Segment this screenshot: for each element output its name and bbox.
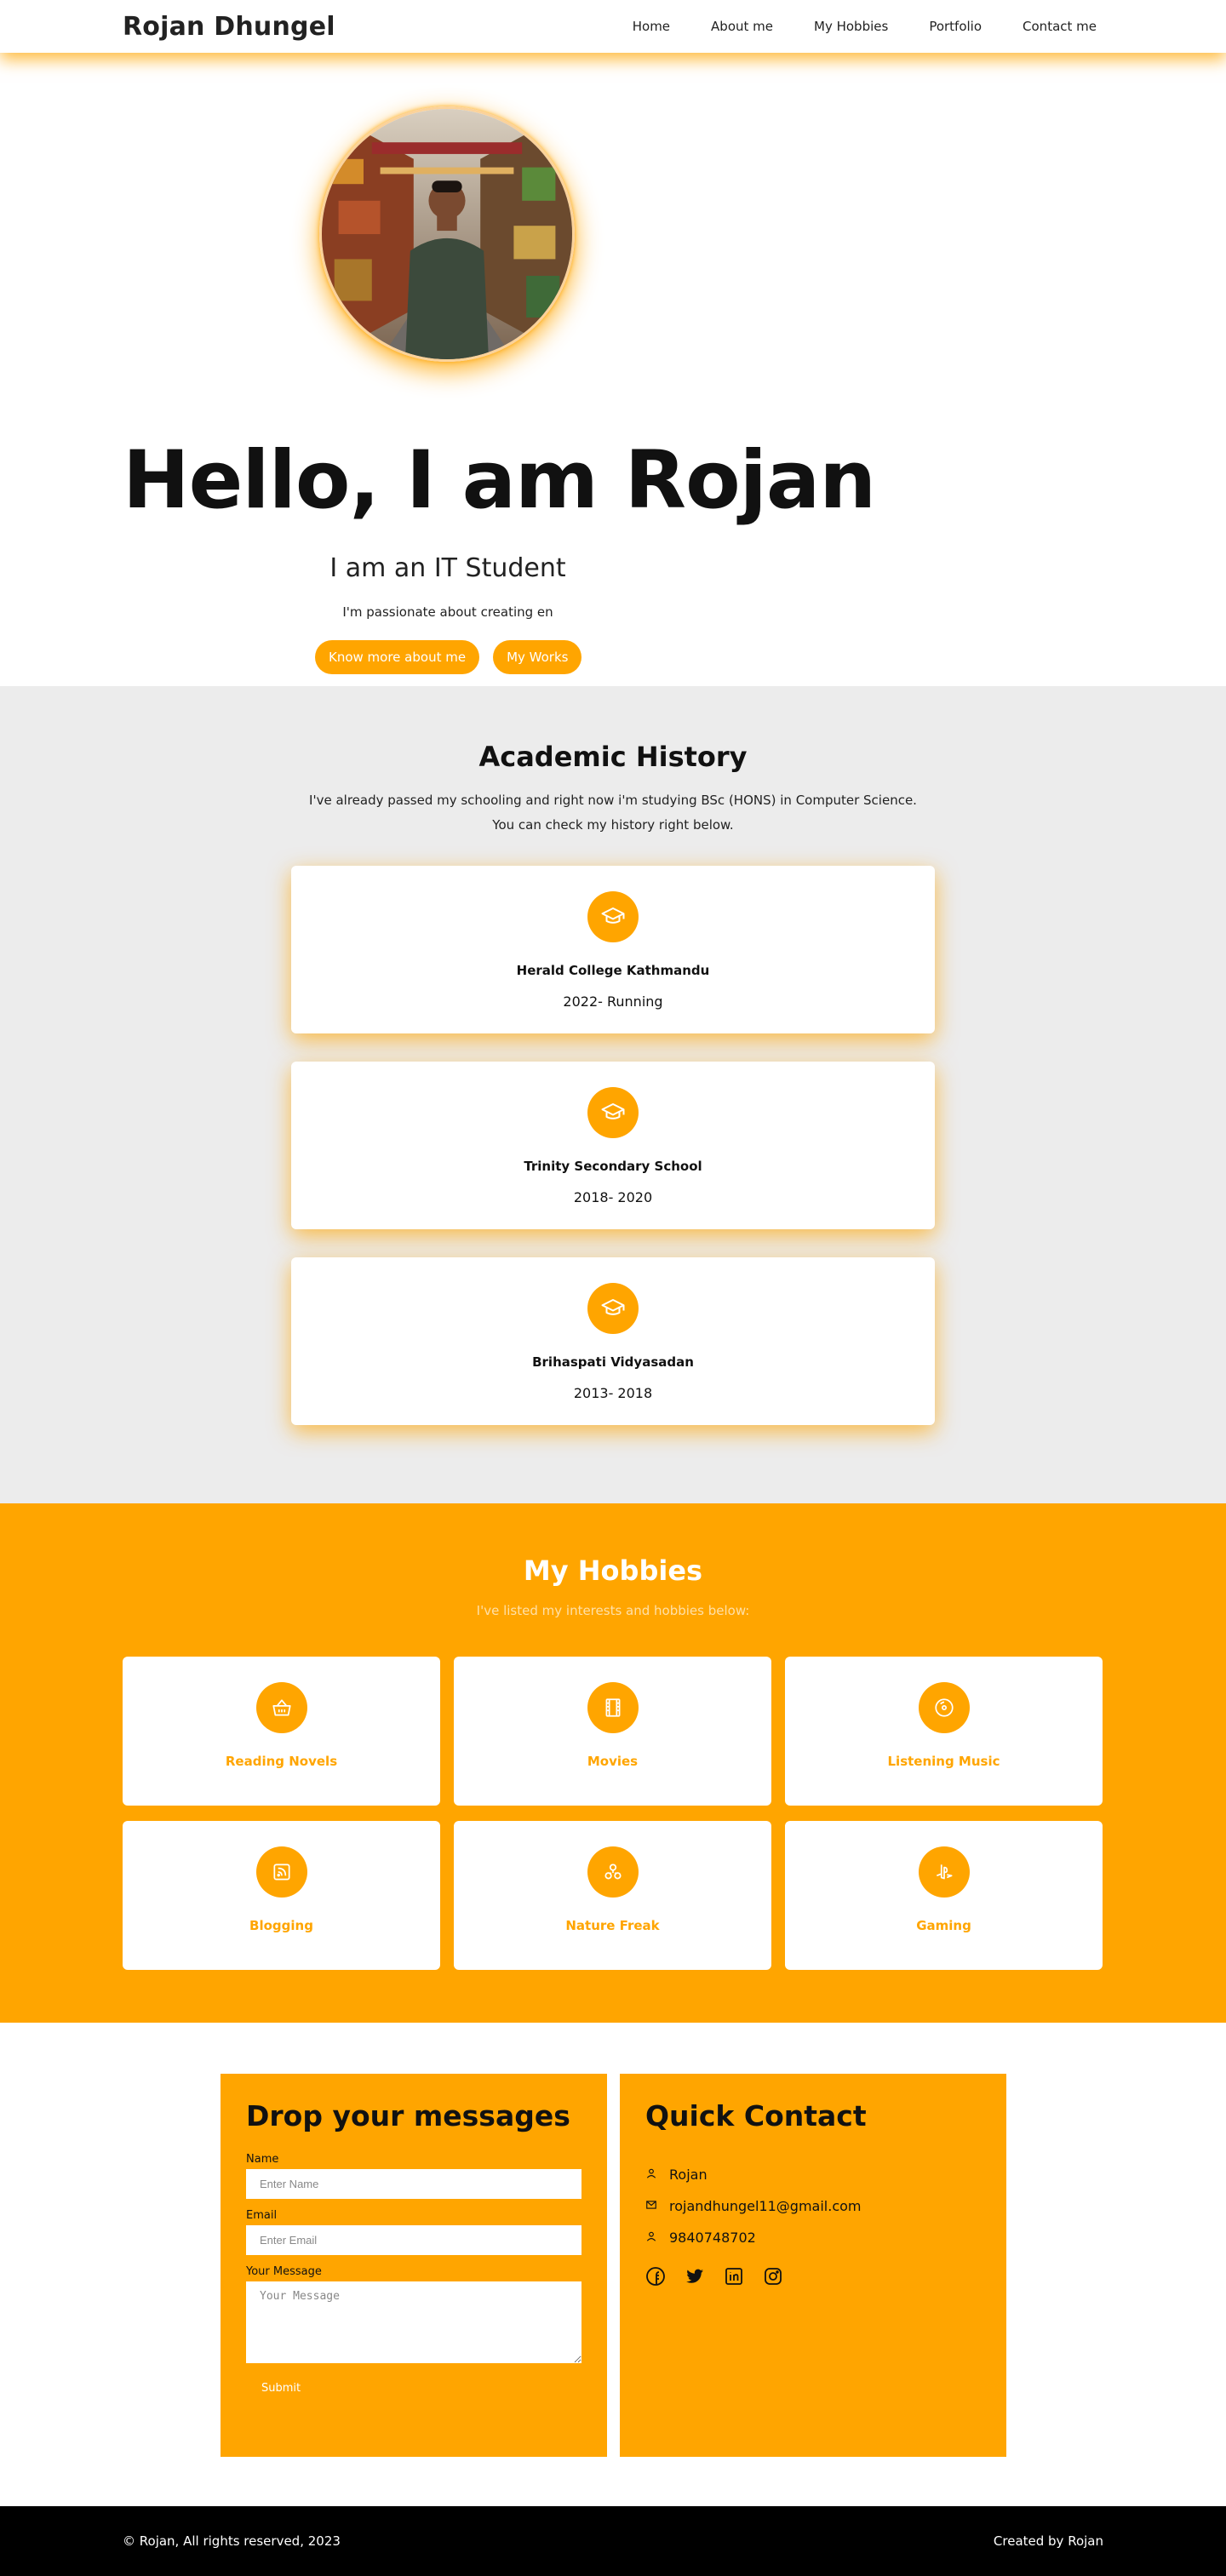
hobby-card-gaming[interactable]: Gaming [785,1821,1103,1970]
contact-person-row: Rojan [645,2167,981,2183]
brand-logo[interactable]: Rojan Dhungel [123,12,335,42]
name-label: Name [246,2153,279,2166]
contact-email-row: rojandhungel11@gmail.com [645,2198,981,2214]
hobby-card-music[interactable]: Listening Music [785,1657,1103,1806]
academic-card: Trinity Secondary School 2018- 2020 [291,1062,935,1229]
hobbies-description: I've listed my interests and hobbies bel… [476,1603,750,1618]
hero-subtitle: I am an IT Student [329,553,566,583]
graduation-cap-icon [587,891,639,942]
contact-email[interactable]: rojandhungel11@gmail.com [669,2198,861,2214]
contact-section: Drop your messages Name Email Your Messa… [0,2023,1226,2506]
hobby-label: Nature Freak [565,1918,660,1933]
institution-name: Brihaspati Vidyasadan [532,1354,694,1370]
basket-icon [255,1682,307,1733]
message-form-panel: Drop your messages Name Email Your Messa… [221,2074,607,2457]
hero-buttons: Know more about me My Works [315,640,582,674]
user-icon [645,2167,657,2183]
profile-photo [319,106,575,362]
footer-credit: Created by Rojan [993,2533,1103,2549]
institution-name: Herald College Kathmandu [516,963,710,978]
hobby-label: Listening Music [887,1754,1000,1769]
film-icon [587,1682,639,1733]
nav-menu: Home About me My Hobbies Portfolio Conta… [633,19,1097,34]
hobbies-title: My Hobbies [523,1554,703,1587]
email-input[interactable] [246,2225,581,2255]
contact-person: Rojan [669,2167,708,2183]
academic-card: Herald College Kathmandu 2022- Running [291,866,935,1033]
know-more-button[interactable]: Know more about me [315,640,480,674]
institution-years: 2018- 2020 [573,1189,653,1205]
institution-years: 2022- Running [563,993,663,1010]
nature-icon [587,1846,639,1898]
message-label: Your Message [246,2265,322,2278]
institution-name: Trinity Secondary School [524,1159,702,1174]
academic-card: Brihaspati Vidyasadan 2013- 2018 [291,1257,935,1425]
graduation-cap-icon [587,1283,639,1334]
academic-description: I've already passed my schooling and rig… [0,788,1226,838]
hobby-card-blogging[interactable]: Blogging [123,1821,440,1970]
mail-icon [645,2198,657,2214]
my-works-button[interactable]: My Works [493,640,582,674]
nav-item-hobbies[interactable]: My Hobbies [814,19,888,34]
email-label: Email [246,2209,278,2222]
academic-title: Academic History [478,741,748,773]
social-links [645,2266,981,2287]
disc-icon [918,1682,970,1733]
footer: © Rojan, All rights reserved, 2023 Creat… [0,2506,1226,2576]
hobby-label: Blogging [249,1918,313,1933]
hero-description: I'm passionate about creating en [342,604,553,620]
institution-years: 2013- 2018 [573,1385,653,1401]
hobby-label: Reading Novels [225,1754,338,1769]
hero-section: Hello, I am Rojan I am an IT Student I'm… [0,53,1226,686]
nav-item-contact[interactable]: Contact me [1023,19,1097,34]
footer-copyright: © Rojan, All rights reserved, 2023 [123,2533,341,2549]
contact-phone[interactable]: 9840748702 [669,2230,756,2246]
message-textarea[interactable] [246,2281,581,2363]
user-icon [645,2230,657,2246]
hobby-card-reading[interactable]: Reading Novels [123,1657,440,1806]
academic-history-section: Academic History I've already passed my … [0,686,1226,1503]
academic-description-line2: You can check my history right below. [492,817,734,833]
hobby-card-nature[interactable]: Nature Freak [454,1821,771,1970]
nav-item-about[interactable]: About me [711,19,773,34]
hobby-card-movies[interactable]: Movies [454,1657,771,1806]
rss-icon [255,1846,307,1898]
contact-phone-row: 9840748702 [645,2230,981,2246]
quick-contact-title: Quick Contact [645,2099,867,2132]
twitter-icon[interactable] [685,2266,705,2287]
hobby-label: Gaming [916,1918,971,1933]
form-title: Drop your messages [246,2099,570,2132]
hero-heading: Hello, I am Rojan [123,434,876,527]
nav-item-home[interactable]: Home [633,19,670,34]
academic-description-line1: I've already passed my schooling and rig… [309,793,917,808]
graduation-cap-icon [587,1087,639,1138]
hobbies-grid: Reading Novels Movies Listening Music Bl… [123,1657,1103,1970]
submit-button[interactable]: Submit [246,2375,317,2401]
playstation-icon [918,1846,970,1898]
top-navbar: Rojan Dhungel Home About me My Hobbies P… [0,0,1226,53]
nav-item-portfolio[interactable]: Portfolio [929,19,982,34]
instagram-icon[interactable] [763,2266,783,2287]
quick-contact-panel: Quick Contact Rojan rojandhungel11@gmail… [620,2074,1006,2457]
linkedin-icon[interactable] [724,2266,744,2287]
facebook-icon[interactable] [645,2266,666,2287]
name-input[interactable] [246,2169,581,2199]
hobbies-section: My Hobbies I've listed my interests and … [0,1503,1226,2023]
hobby-label: Movies [587,1754,639,1769]
